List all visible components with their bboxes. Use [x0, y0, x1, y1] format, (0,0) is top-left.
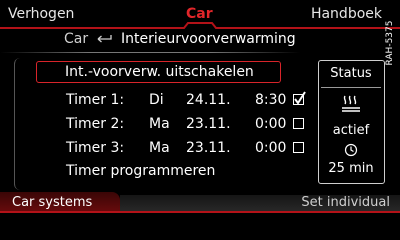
timer-day: Di [149, 92, 164, 108]
timer-date: 23.11. [186, 116, 231, 132]
top-menu-left-button[interactable]: Verhogen [8, 6, 74, 22]
status-title: Status [330, 66, 372, 81]
active-tab-marker [176, 22, 224, 29]
clock-icon [344, 143, 358, 157]
timer-time: 8:30 [255, 92, 287, 108]
timer-date: 23.11. [186, 140, 231, 156]
timer-name: Timer 1: [66, 92, 125, 108]
tab-car-systems[interactable]: Car systems [0, 192, 120, 213]
breadcrumb-divider [0, 52, 300, 53]
top-menu-bar: Verhogen Car Handboek [0, 0, 400, 29]
top-divider-left [0, 27, 181, 29]
timer-time: 0:00 [255, 116, 287, 132]
return-arrow-icon [97, 35, 112, 43]
top-menu-title[interactable]: Car [186, 6, 213, 22]
timer-3-checkbox[interactable] [293, 142, 304, 153]
timer-1-checkbox[interactable] [293, 91, 306, 105]
top-menu-right-button[interactable]: Handboek [311, 6, 382, 22]
status-duration: 25 min [328, 161, 374, 176]
status-state: actief [332, 123, 370, 138]
timer-name: Timer 2: [66, 116, 125, 132]
top-divider-right [218, 27, 400, 29]
menu-item-program-timer[interactable]: Timer programmeren [66, 163, 215, 179]
mmi-screen: Verhogen Car Handboek RAH-5375 Car Inter… [0, 0, 400, 240]
timer-day: Ma [149, 140, 170, 156]
tab-label: Car systems [12, 195, 93, 210]
breadcrumb-parent[interactable]: Car [64, 31, 88, 47]
status-divider [321, 87, 381, 88]
status-panel: Status actief 25 min [318, 60, 385, 184]
seat-heating-icon [342, 95, 360, 112]
breadcrumb: Car Interieurvoorverwarming [64, 31, 296, 47]
page-title: Interieurvoorverwarming [121, 31, 296, 47]
bottom-divider [0, 211, 400, 213]
timer-date: 24.11. [186, 92, 231, 108]
menu-item-disable-preheating[interactable]: Int.-voorverw. uitschakelen [36, 61, 281, 83]
tab-label: Set individual [301, 195, 390, 210]
timer-2-checkbox[interactable] [293, 118, 304, 129]
side-reference-label: RAH-5375 [385, 20, 395, 66]
menu-item-label: Int.-voorverw. uitschakelen [65, 64, 254, 80]
timer-name: Timer 3: [66, 140, 125, 156]
timer-time: 0:00 [255, 140, 287, 156]
timer-day: Ma [149, 116, 170, 132]
checkmark-icon [294, 91, 306, 105]
